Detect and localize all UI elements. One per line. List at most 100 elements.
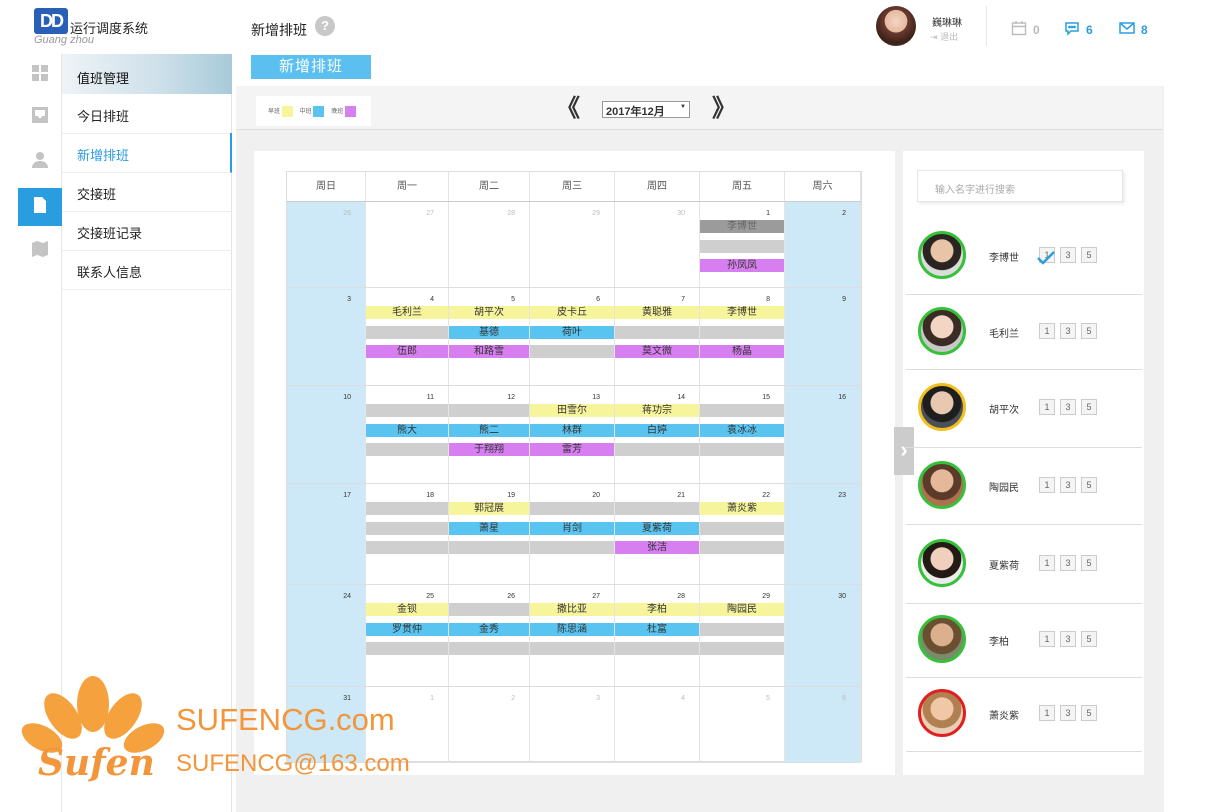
shift-bar[interactable]: 李博世	[700, 220, 784, 233]
stat-calendar[interactable]: 0	[1011, 20, 1040, 39]
stat-mail[interactable]: 8	[1119, 20, 1148, 39]
day-cell[interactable]: 2	[449, 687, 530, 762]
stat-chat[interactable]: 6	[1064, 20, 1093, 39]
shift-bar[interactable]: 陈思涵	[530, 623, 614, 636]
shift-bar[interactable]: 萧炎紫	[700, 502, 784, 515]
day-cell[interactable]: 4	[615, 687, 700, 762]
tab-new-schedule[interactable]: 新增排班	[251, 55, 371, 79]
person-avatar[interactable]	[918, 231, 966, 279]
shift-toggle-3[interactable]: 3	[1060, 476, 1076, 493]
shift-toggle-1[interactable]: 1	[1039, 399, 1055, 415]
shift-bar[interactable]	[700, 522, 784, 535]
shift-bar[interactable]: 黄聪雅	[615, 306, 699, 319]
shift-bar[interactable]	[615, 326, 699, 339]
month-select[interactable]: 2017年12月 ▼	[602, 101, 690, 118]
rail-document-icon[interactable]	[18, 188, 62, 226]
day-cell[interactable]: 28 李柏 杜富	[615, 585, 700, 686]
shift-toggle-1[interactable]: 1	[1039, 705, 1055, 721]
shift-bar[interactable]: 萧星	[449, 522, 529, 535]
shift-bar[interactable]	[530, 642, 614, 655]
day-cell[interactable]: 6	[785, 687, 861, 762]
day-cell[interactable]: 20 肖剑	[530, 484, 615, 584]
person-row[interactable]: 李柏 1 3 5	[906, 604, 1142, 678]
shift-toggle-1[interactable]: 1	[1039, 322, 1055, 339]
shift-bar[interactable]	[366, 642, 448, 655]
shift-bar[interactable]: 皮卡丘	[530, 306, 614, 319]
shift-bar[interactable]: 伍郎	[366, 345, 448, 358]
day-cell[interactable]: 5	[700, 687, 785, 762]
day-cell[interactable]: 29	[530, 202, 615, 287]
day-cell[interactable]: 13 田雪尔 林群 雷芳	[530, 386, 615, 483]
shift-toggle-5[interactable]: 5	[1081, 705, 1097, 721]
shift-bar[interactable]	[530, 502, 614, 515]
shift-bar[interactable]: 荷叶	[530, 326, 614, 339]
shift-bar[interactable]: 于翔翔	[449, 443, 529, 456]
day-cell[interactable]: 24	[287, 585, 366, 686]
day-cell[interactable]: 18	[366, 484, 449, 584]
shift-bar[interactable]: 林群	[530, 424, 614, 437]
person-avatar[interactable]	[918, 538, 966, 587]
shift-bar[interactable]: 李柏	[615, 603, 699, 616]
person-avatar[interactable]	[918, 615, 966, 663]
shift-toggle-3[interactable]: 3	[1060, 322, 1076, 339]
menu-item-0[interactable]: 今日排班	[62, 94, 232, 134]
day-cell[interactable]: 7 黄聪雅 莫文微	[615, 288, 700, 385]
shift-toggle-5[interactable]: 5	[1081, 631, 1097, 647]
day-cell[interactable]: 8 李博世 杨晶	[700, 288, 785, 385]
shift-bar[interactable]: 熊二	[449, 424, 529, 437]
shift-bar[interactable]	[449, 541, 529, 554]
shift-bar[interactable]: 杜富	[615, 623, 699, 636]
shift-bar[interactable]	[366, 502, 448, 515]
shift-bar[interactable]: 和路雪	[449, 345, 529, 358]
shift-bar[interactable]: 白婷	[615, 424, 699, 437]
shift-bar[interactable]: 金钡	[366, 603, 448, 616]
shift-bar[interactable]: 胡平次	[449, 306, 529, 319]
search-input[interactable]: 输入名字进行搜索	[917, 170, 1123, 202]
day-cell[interactable]: 11 熊大	[366, 386, 449, 483]
shift-toggle-5[interactable]: 5	[1081, 247, 1097, 263]
day-cell[interactable]: 22 萧炎紫	[700, 484, 785, 584]
person-avatar[interactable]	[918, 689, 966, 737]
shift-bar[interactable]	[449, 404, 529, 417]
shift-bar[interactable]: 熊大	[366, 424, 448, 437]
rail-inbox-icon[interactable]	[18, 98, 62, 136]
person-avatar[interactable]	[918, 460, 966, 509]
shift-toggle-3[interactable]: 3	[1060, 631, 1076, 647]
user-avatar[interactable]	[876, 6, 916, 46]
person-row[interactable]: 陶园民 1 3 5	[906, 448, 1142, 525]
shift-bar[interactable]: 莫文微	[615, 345, 699, 358]
shift-bar[interactable]	[366, 541, 448, 554]
person-row[interactable]: 夏紫荷 1 3 5	[906, 525, 1142, 604]
shift-toggle-3[interactable]: 3	[1060, 554, 1076, 571]
shift-bar[interactable]: 肖剑	[530, 522, 614, 535]
day-cell[interactable]: 19 郭冠展 萧星	[449, 484, 530, 584]
rail-grid-icon[interactable]	[18, 56, 62, 94]
day-cell[interactable]: 30	[615, 202, 700, 287]
day-cell[interactable]: 9	[785, 288, 861, 385]
shift-bar[interactable]	[700, 404, 784, 417]
day-cell[interactable]: 4 毛利兰 伍郎	[366, 288, 449, 385]
day-cell[interactable]: 1 李博世 孙凤凤	[700, 202, 785, 287]
shift-bar[interactable]	[449, 642, 529, 655]
shift-toggle-3[interactable]: 3	[1060, 705, 1076, 721]
day-cell[interactable]: 2	[785, 202, 861, 287]
shift-bar[interactable]	[700, 443, 784, 456]
person-row[interactable]: 李博世 1 3 5	[906, 219, 1142, 295]
day-cell[interactable]: 14 蒋功宗 白婷	[615, 386, 700, 483]
logout-link[interactable]: ⇥ 退出	[930, 30, 958, 43]
shift-bar[interactable]	[366, 326, 448, 339]
shift-bar[interactable]	[530, 345, 614, 358]
shift-toggle-5[interactable]: 5	[1081, 476, 1097, 493]
day-cell[interactable]: 10	[287, 386, 366, 483]
shift-bar[interactable]: 基德	[449, 326, 529, 339]
day-cell[interactable]: 27	[366, 202, 449, 287]
shift-toggle-3[interactable]: 3	[1060, 399, 1076, 415]
shift-bar[interactable]	[615, 642, 699, 655]
day-cell[interactable]: 29 陶园民	[700, 585, 785, 686]
shift-bar[interactable]	[449, 603, 529, 616]
help-icon[interactable]: ?	[315, 16, 335, 36]
shift-toggle-5[interactable]: 5	[1081, 554, 1097, 571]
shift-toggle-1[interactable]: 1	[1039, 476, 1055, 493]
shift-bar[interactable]: 撒比亚	[530, 603, 614, 616]
shift-bar[interactable]: 金秀	[449, 623, 529, 636]
